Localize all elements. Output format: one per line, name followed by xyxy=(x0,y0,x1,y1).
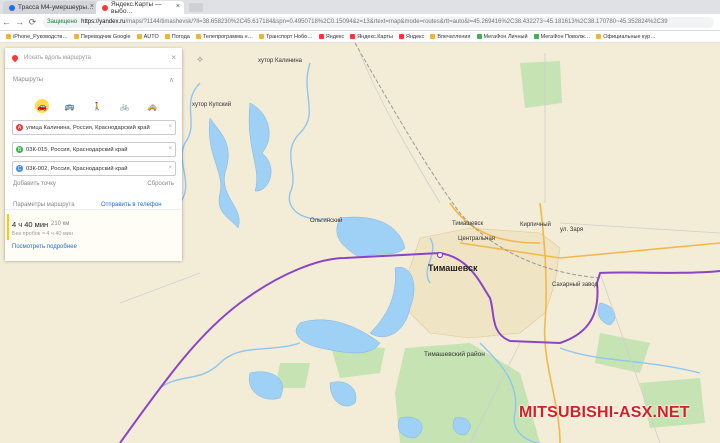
tab-title: Трасса М4-умершеуры… xyxy=(18,4,94,11)
label-district: Тимашевский район xyxy=(424,351,485,358)
map-pin-icon xyxy=(10,53,20,63)
label-city: Тимашевск xyxy=(428,263,478,273)
waypoint-remove-icon[interactable]: × xyxy=(168,165,172,171)
tab-close-icon[interactable]: × xyxy=(176,3,180,10)
bookmark-item[interactable]: Погода xyxy=(164,34,190,40)
route-panel: Искать вдоль маршрута × Маршруты ∧ 🚗 🚌 🚶… xyxy=(5,48,182,261)
route-card[interactable]: 4 ч 40 мин 210 км Без пробок ≈ 4 ч 40 ми… xyxy=(5,209,182,261)
bookmark-icon xyxy=(533,34,539,39)
waypoint-a[interactable]: A улица Калинина, Россия, Краснодарский … xyxy=(12,120,176,135)
waypoint-remove-icon[interactable]: × xyxy=(168,146,172,152)
route-distance: 210 км xyxy=(51,221,70,227)
url-path: /maps/?1144/timashevsk/?ll=38.658230%2C4… xyxy=(125,19,668,25)
bookmark-icon xyxy=(195,34,201,39)
bookmark-item[interactable]: AUTO xyxy=(136,34,159,40)
routes-header: Маршруты xyxy=(13,77,43,83)
bus-mode-icon[interactable]: 🚌 xyxy=(63,99,77,113)
url-input[interactable]: Защищено https://yandex.ru /maps/?1144/t… xyxy=(43,16,714,28)
bookmark-item[interactable]: Официальные кур… xyxy=(596,34,656,40)
bookmark-icon xyxy=(476,34,482,39)
send-to-phone-link[interactable]: Отправить в телефон xyxy=(101,202,162,208)
waypoint-text: 03К-002, Россия, Краснодарский край xyxy=(26,165,128,172)
waypoint-b[interactable]: B 03К-015, Россия, Краснодарский край × xyxy=(12,142,176,157)
route-waypoint-marker[interactable] xyxy=(436,251,444,259)
bookmark-item[interactable]: Впечатления xyxy=(430,34,471,40)
route-search[interactable]: Искать вдоль маршрута × xyxy=(5,48,182,69)
label-kirpich: Кирпичный xyxy=(520,222,551,228)
bookmark-item[interactable]: Транспорт Нобо… xyxy=(258,34,313,40)
route-params-link[interactable]: Параметры маршрута xyxy=(13,202,75,208)
bookmark-item[interactable]: Яндекс.Карты xyxy=(350,34,393,40)
walk-mode-icon[interactable]: 🚶 xyxy=(90,99,104,113)
bookmark-icon xyxy=(430,34,436,39)
route-selected-bar xyxy=(7,214,9,240)
new-tab-button[interactable] xyxy=(189,3,203,12)
bookmark-icon xyxy=(164,34,170,39)
waypoint-text: 03К-015, Россия, Краснодарский край xyxy=(26,146,128,153)
taxi-mode-icon[interactable]: 🚕 xyxy=(145,99,159,113)
bookmark-icon xyxy=(318,34,324,39)
waypoint-c[interactable]: C 03К-002, Россия, Краснодарский край × xyxy=(12,161,176,176)
bookmark-icon xyxy=(73,34,79,39)
bookmark-item[interactable]: МегаФон Личный xyxy=(476,34,528,40)
bookmark-item[interactable]: Телепрограмма н… xyxy=(195,34,253,40)
address-bar-row: ← → ⟳ Защищено https://yandex.ru /maps/?… xyxy=(0,14,720,31)
add-point-link[interactable]: Добавить точку xyxy=(13,181,56,187)
compass-icon[interactable]: ⟡ xyxy=(197,54,203,65)
bookmark-icon xyxy=(258,34,264,39)
secure-label: Защищено xyxy=(47,19,78,25)
route-time: 4 ч 40 мин xyxy=(12,220,49,229)
bookmarks-bar: iPhone_Руководств… Переводчик Google AUT… xyxy=(0,31,720,43)
tab-title: Яндекс.Карты — выбо… xyxy=(111,0,162,15)
car-mode-icon[interactable]: 🚗 xyxy=(35,99,49,113)
label-khutor-kupsky: хутор Купский xyxy=(192,102,232,108)
label-tsentralnaya: Центральная xyxy=(458,236,496,242)
tab-2[interactable]: Яндекс.Карты — выбо… × xyxy=(96,0,184,15)
bookmark-item[interactable]: Яндекс xyxy=(318,34,344,40)
label-timashevsk-station: Тимашевск xyxy=(452,221,484,227)
back-icon[interactable]: ← xyxy=(0,17,13,27)
bookmark-icon xyxy=(6,34,11,39)
bookmark-icon xyxy=(350,34,356,39)
bike-mode-icon[interactable]: 🚲 xyxy=(118,99,132,113)
bookmark-icon xyxy=(398,34,404,39)
label-khutor-kalinin: хутор Калинина xyxy=(258,58,303,64)
search-clear-icon[interactable]: × xyxy=(171,53,176,62)
bookmark-item[interactable]: Переводчик Google xyxy=(73,34,131,40)
forward-icon[interactable]: → xyxy=(13,17,26,27)
bookmark-icon xyxy=(136,34,142,39)
waypoint-remove-icon[interactable]: × xyxy=(168,124,172,130)
route-details-link[interactable]: Посмотреть подробнее xyxy=(12,244,77,250)
reset-link[interactable]: Сбросить xyxy=(147,181,174,187)
label-sugar-factory: Сахарный завод xyxy=(552,282,598,288)
bookmark-item[interactable]: МегаФон Поволж… xyxy=(533,34,590,40)
waypoint-badge: C xyxy=(16,165,23,172)
waypoint-text: улица Калинина, Россия, Краснодарский кр… xyxy=(26,124,150,131)
routes-close-icon[interactable]: ∧ xyxy=(169,76,174,84)
tab-favicon-icon xyxy=(9,4,15,11)
url-host: https://yandex.ru xyxy=(81,19,126,25)
tab-favicon-icon xyxy=(102,4,108,11)
label-olginsky: Ольгинский xyxy=(310,218,343,224)
bookmark-icon xyxy=(596,34,602,39)
tab-close-icon[interactable]: × xyxy=(90,3,94,10)
route-no-traffic: Без пробок ≈ 4 ч 40 мин xyxy=(12,231,73,237)
waypoint-badge: B xyxy=(16,146,23,153)
tab-strip: Трасса М4-умершеуры… × Яндекс.Карты — вы… xyxy=(0,0,720,15)
bookmark-item[interactable]: Яндекс xyxy=(398,34,424,40)
transport-modes: 🚗 🚌 🚶 🚲 🚕 xyxy=(35,99,159,113)
watermark: MITSUBISHI-ASX.NET xyxy=(519,404,690,421)
label-zarya: ул. Заря xyxy=(560,227,584,233)
search-input[interactable]: Искать вдоль маршрута xyxy=(24,55,91,61)
tab-1[interactable]: Трасса М4-умершеуры… × xyxy=(3,1,98,14)
waypoint-badge: A xyxy=(16,124,23,131)
reload-icon[interactable]: ⟳ xyxy=(26,17,39,28)
bookmark-item[interactable]: iPhone_Руководств… xyxy=(6,34,68,40)
